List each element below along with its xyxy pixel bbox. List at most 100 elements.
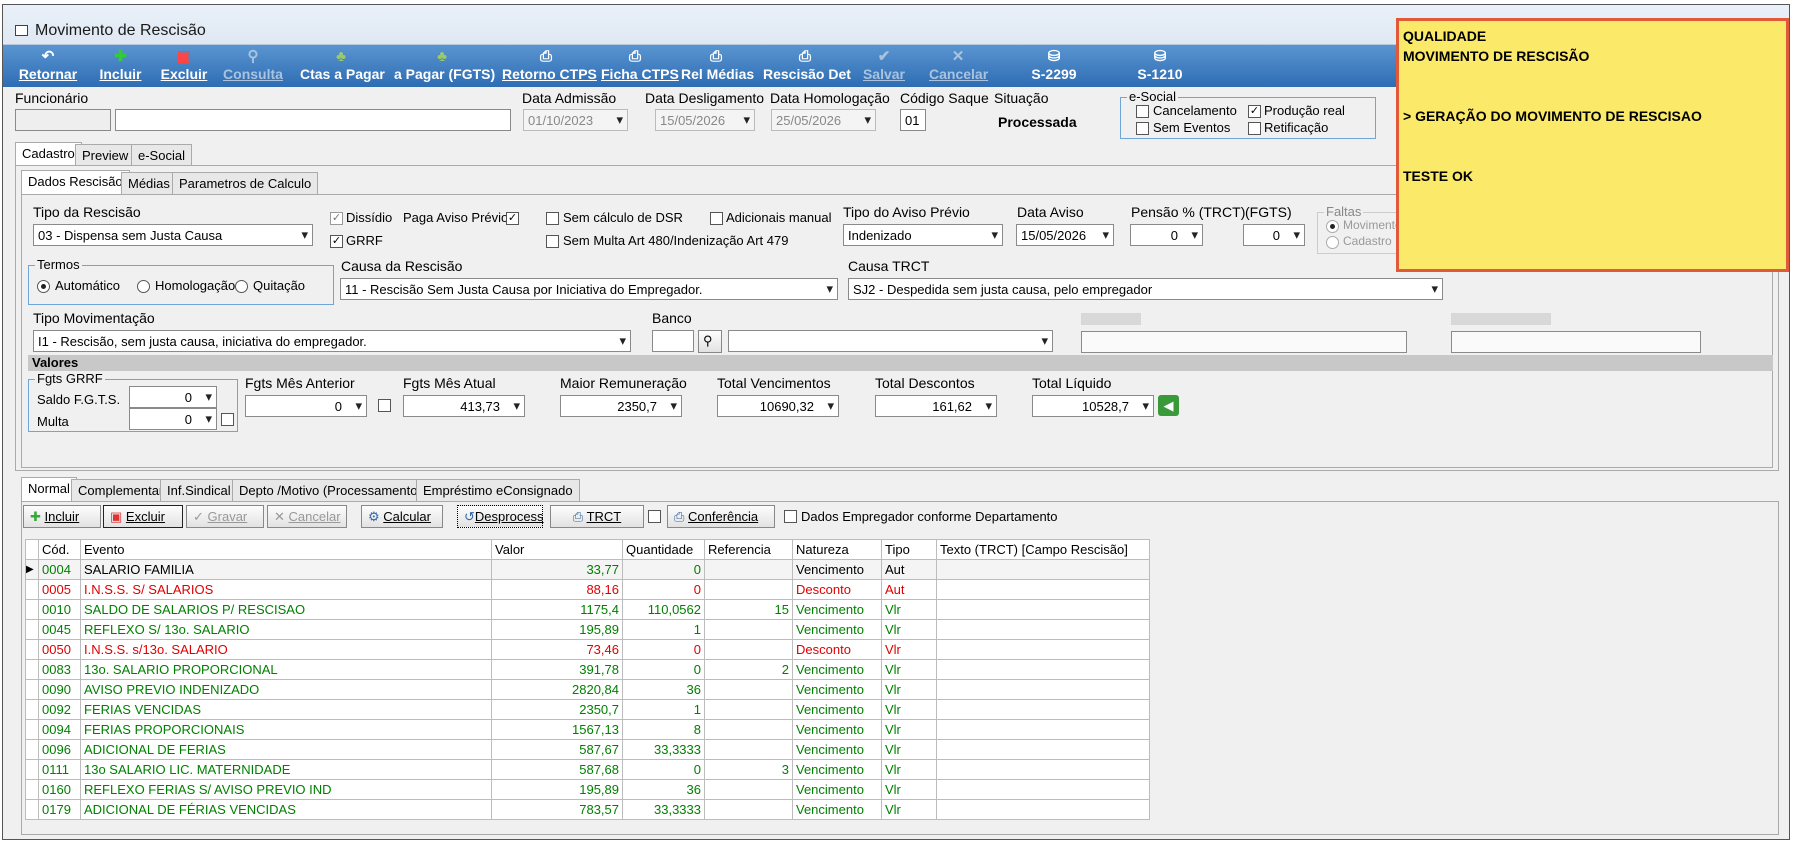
maior-remuneracao-field[interactable]: 2350,7 [560,395,682,417]
row-selector[interactable] [25,679,39,700]
tab-preview[interactable]: Preview [75,144,136,166]
cell-tipo[interactable]: Vlr [881,599,937,620]
cell-texto-trct[interactable] [936,739,1150,760]
arrow-left-icon[interactable]: ◀ [1158,395,1179,416]
fgts-pensao-field[interactable]: 0 [1243,224,1305,246]
cell-referencia[interactable] [704,639,793,660]
data-aviso-field[interactable]: 15/05/2026 [1016,224,1114,246]
dados-empregador-checkbox[interactable] [784,510,797,523]
tab-inf-sindical[interactable]: Inf.Sindical [160,479,238,501]
cell-texto-trct[interactable] [936,699,1150,720]
tab-complementar[interactable]: Complementar [71,479,171,501]
cell-valor[interactable]: 73,46 [491,639,623,660]
cell-texto-trct[interactable] [936,799,1150,820]
saldo-fgts-field[interactable]: 0 [129,386,217,408]
cell-natureza[interactable]: Vencimento [792,739,882,760]
tab-medias[interactable]: Médias [121,172,177,194]
cell-evento[interactable]: I.N.S.S. S/ SALARIOS [80,579,492,600]
cell-referencia[interactable] [704,579,793,600]
table-row[interactable]: 0160 REFLEXO FERIAS S/ AVISO PREVIO IND 19… [25,779,1150,800]
pagar-fgts-button[interactable]: ♣ a Pagar (FGTS) [394,48,495,86]
tab-esocial[interactable]: e-Social [131,144,192,166]
incluir-button[interactable]: ✚ Incluir [98,48,143,86]
cell-referencia[interactable] [704,799,793,820]
cell-referencia[interactable]: 3 [704,759,793,780]
col-texto-trct[interactable]: Texto (TRCT) [Campo Rescisão] [936,539,1150,560]
cell-valor[interactable]: 1175,4 [491,599,623,620]
cell-tipo[interactable]: Vlr [881,619,937,640]
cell-quantidade[interactable]: 8 [622,719,705,740]
s2299-button[interactable]: ⛁ S-2299 [1029,48,1079,86]
cell-natureza[interactable]: Vencimento [792,779,882,800]
data-homologacao-field[interactable]: 25/05/2026 [771,109,876,131]
cell-cod[interactable]: 0094 [38,719,81,740]
cancelamento-checkbox[interactable] [1136,105,1149,118]
cell-quantidade[interactable]: 0 [622,559,705,580]
row-selector[interactable] [25,699,39,720]
tab-depto-motivo[interactable]: Depto /Motivo (Processamento) [232,479,429,501]
table-row[interactable]: 0094 FERIAS PROPORCIONAIS 1567,13 8 Vencimen… [25,719,1150,740]
row-selector[interactable] [25,759,39,780]
cell-valor[interactable]: 587,67 [491,739,623,760]
cell-texto-trct[interactable] [936,659,1150,680]
tab-emprestimo[interactable]: Empréstimo eConsignado [416,479,580,501]
trct-button[interactable]: ⎙ TRCT [550,505,644,528]
table-row[interactable]: 0092 FERIAS VENCIDAS 2350,7 1 Vencimento Vlr [25,699,1150,720]
cell-cod[interactable]: 0005 [38,579,81,600]
cell-tipo[interactable]: Vlr [881,679,937,700]
cell-referencia[interactable] [704,739,793,760]
banco-code-field[interactable] [652,330,694,352]
table-row[interactable]: 0096 ADICIONAL DE FERIAS 587,67 33,3333 Venc… [25,739,1150,760]
cell-cod[interactable]: 0160 [38,779,81,800]
cell-evento[interactable]: 13o. SALARIO PROPORCIONAL [80,659,492,680]
cell-natureza[interactable]: Vencimento [792,559,882,580]
cell-texto-trct[interactable] [936,679,1150,700]
cell-cod[interactable]: 0083 [38,659,81,680]
cell-texto-trct[interactable] [936,719,1150,740]
cell-cod[interactable]: 0111 [38,759,81,780]
tipo-aviso-select[interactable]: Indenizado [843,224,1003,246]
cell-quantidade[interactable]: 36 [622,779,705,800]
cell-valor[interactable]: 1567,13 [491,719,623,740]
tab-parametros-calculo[interactable]: Parametros de Calculo [172,172,319,194]
cell-evento[interactable]: SALARIO FAMILIA [80,559,492,580]
cell-evento[interactable]: FERIAS PROPORCIONAIS [80,719,492,740]
fgts-mes-atual-field[interactable]: 413,73 [403,395,525,417]
cell-quantidade[interactable]: 1 [622,699,705,720]
row-selector[interactable] [25,599,39,620]
cell-referencia[interactable] [704,619,793,640]
fgts-mes-anterior-checkbox[interactable] [378,399,391,412]
table-row[interactable]: 0090 AVISO PREVIO INDENIZADO 2820,84 36 Venc… [25,679,1150,700]
funcionario-name-field[interactable] [115,109,511,131]
cell-cod[interactable]: 0096 [38,739,81,760]
cell-quantidade[interactable]: 33,3333 [622,799,705,820]
cell-tipo[interactable]: Vlr [881,659,937,680]
table-row[interactable]: 0005 I.N.S.S. S/ SALARIOS 88,16 0 Desconto Au… [25,579,1150,600]
empresa-name-field[interactable] [1451,331,1701,353]
row-selector[interactable] [25,579,39,600]
cell-natureza[interactable]: Vencimento [792,659,882,680]
producao-real-checkbox[interactable]: ✓ [1248,105,1261,118]
cell-evento[interactable]: ADICIONAL DE FERIAS [80,739,492,760]
grrf-checkbox[interactable]: ✓ [330,235,343,248]
cell-referencia[interactable]: 2 [704,659,793,680]
conferencia-button[interactable]: ⎙ Conferência [667,505,775,528]
cell-referencia[interactable] [704,699,793,720]
row-selector[interactable] [25,659,39,680]
cell-tipo[interactable]: Vlr [881,699,937,720]
col-tipo[interactable]: Tipo [881,539,937,560]
cell-valor[interactable]: 587,68 [491,759,623,780]
cell-referencia[interactable] [704,679,793,700]
data-desligamento-field[interactable]: 15/05/2026 [655,109,755,131]
tab-dados-rescisao[interactable]: Dados Rescisão [21,170,130,194]
sem-dsr-checkbox[interactable] [546,212,559,225]
cell-evento[interactable]: I.N.S.S. s/13o. SALARIO [80,639,492,660]
incluir-evento-button[interactable]: ✚ Incluir [23,505,101,528]
cell-valor[interactable]: 195,89 [491,619,623,640]
cell-quantidade[interactable]: 0 [622,659,705,680]
cell-tipo[interactable]: Vlr [881,639,937,660]
cell-cod[interactable]: 0004 [38,559,81,580]
col-cod[interactable]: Cód. [38,539,81,560]
total-vencimentos-field[interactable]: 10690,32 [717,395,839,417]
col-referencia[interactable]: Referencia [704,539,793,560]
